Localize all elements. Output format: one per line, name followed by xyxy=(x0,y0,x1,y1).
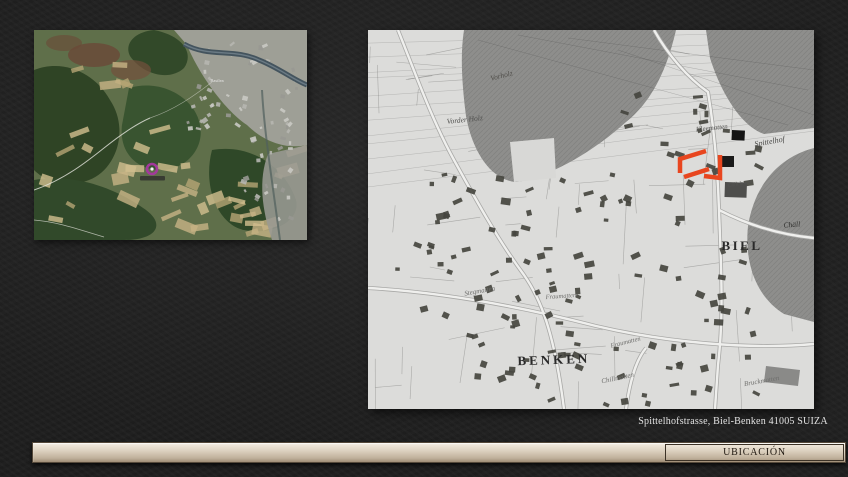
building xyxy=(722,156,734,167)
cadastral-map-image: BIEL BENKEN Spittelhof Kleematten Chäll … xyxy=(368,30,814,409)
town-label-biel: BIEL xyxy=(721,238,762,253)
terrain-patch xyxy=(46,35,82,51)
city-label: Basilea xyxy=(210,78,223,83)
footer-bar: UBICACIÓN xyxy=(32,442,846,463)
satellite-map-image: Basilea xyxy=(34,30,307,240)
slide-background: Basilea xyxy=(0,0,848,477)
forest-clearing xyxy=(510,138,556,182)
building xyxy=(731,130,745,141)
section-title: UBICACIÓN xyxy=(723,447,786,458)
town-label-benken: BENKEN xyxy=(517,351,590,369)
section-title-box: UBICACIÓN xyxy=(665,444,844,461)
address-caption: Spittelhofstrasse, Biel-Benken 41005 SUI… xyxy=(628,416,838,427)
area-label-chall: Chäll xyxy=(783,219,800,229)
